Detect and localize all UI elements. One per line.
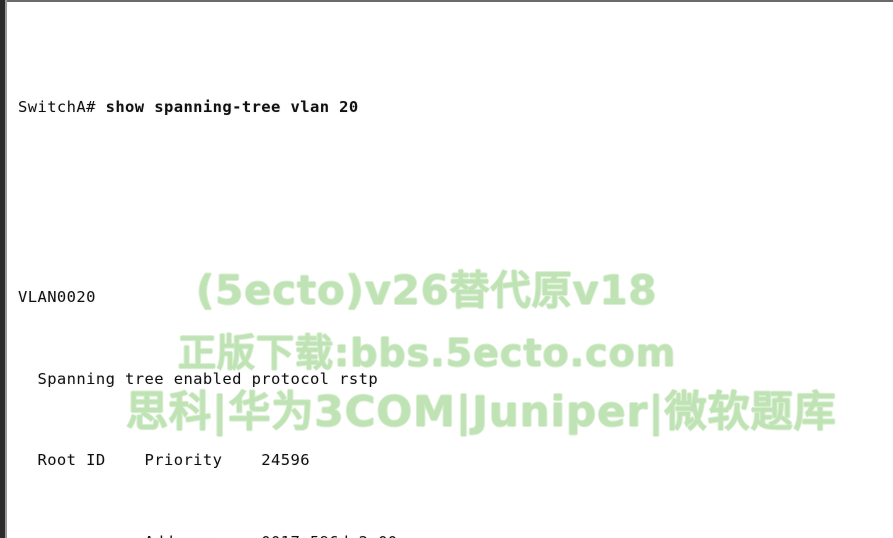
protocol-line: Spanning tree enabled protocol rstp: [18, 369, 379, 388]
command-line: SwitchA# show spanning-tree vlan 20: [18, 94, 893, 121]
command-text: show spanning-tree vlan 20: [105, 97, 359, 116]
vlan-header-line: VLAN0020: [18, 288, 96, 306]
terminal-output[interactable]: SwitchA# show spanning-tree vlan 20 VLAN…: [0, 0, 893, 538]
root-address-line: Address 0017.596d.2a00: [18, 529, 893, 538]
shell-prompt: SwitchA#: [18, 97, 106, 116]
terminal-screenshot: (5ecto)v26替代原v18 正版下载:bbs.5ecto.com 思科|华…: [0, 0, 893, 538]
root-priority-line: Root ID Priority 24596: [18, 451, 310, 470]
output-blank-1: [18, 202, 893, 229]
